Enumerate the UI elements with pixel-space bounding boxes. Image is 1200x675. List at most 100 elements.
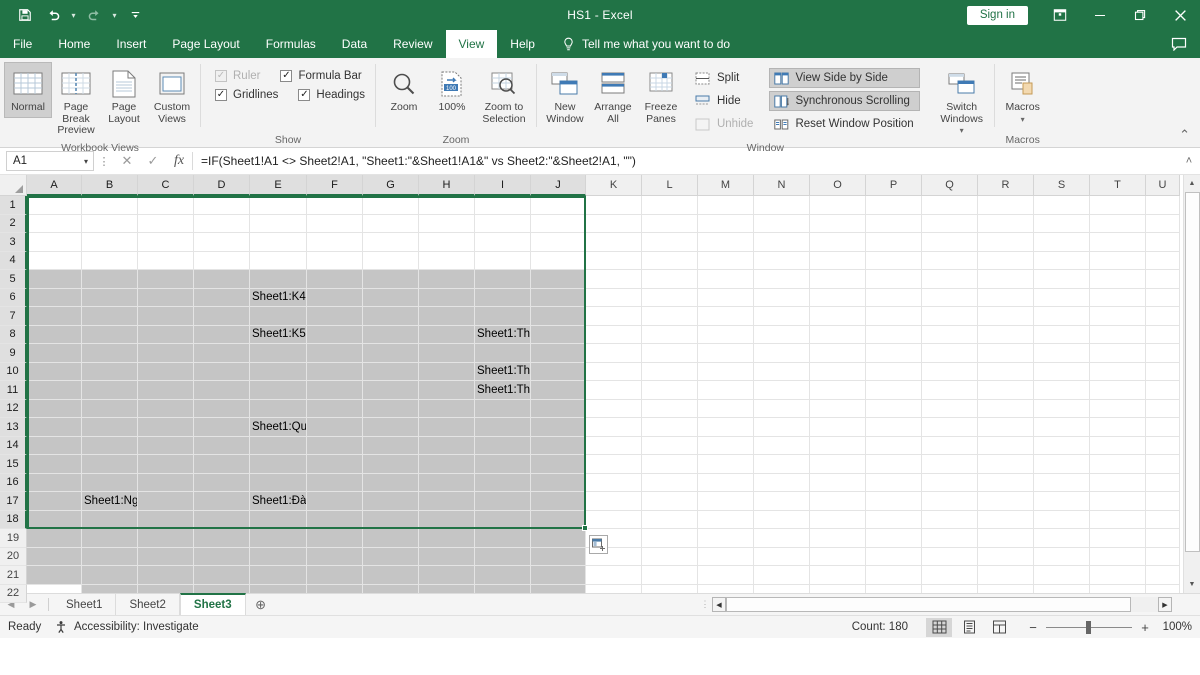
- cell-U16[interactable]: [1146, 307, 1180, 326]
- cell-F8[interactable]: [307, 455, 363, 474]
- cell-A12[interactable]: [27, 381, 82, 400]
- cell-H8[interactable]: [419, 455, 475, 474]
- cell-E6[interactable]: Sheet1:Đà: [250, 492, 307, 511]
- cell-E8[interactable]: [250, 455, 307, 474]
- column-header-u[interactable]: U: [1146, 175, 1180, 196]
- column-header-g[interactable]: G: [363, 175, 419, 196]
- row-header-5[interactable]: 5: [0, 270, 27, 289]
- cell-H9[interactable]: [419, 437, 475, 456]
- cell-G8[interactable]: [363, 455, 419, 474]
- cell-I17[interactable]: [475, 289, 531, 308]
- cell-D4[interactable]: [194, 529, 250, 548]
- cell-P3[interactable]: [866, 548, 922, 567]
- cell-F10[interactable]: [307, 418, 363, 437]
- cell-H4[interactable]: [419, 529, 475, 548]
- cell-C3[interactable]: [138, 548, 194, 567]
- cell-I20[interactable]: [475, 233, 531, 252]
- cell-F20[interactable]: [307, 233, 363, 252]
- sheet-tab-sheet2[interactable]: Sheet2: [116, 594, 179, 615]
- cell-T17[interactable]: [1090, 289, 1146, 308]
- cell-P8[interactable]: [866, 455, 922, 474]
- cell-R20[interactable]: [978, 233, 1034, 252]
- cell-R5[interactable]: [978, 511, 1034, 530]
- cell-C1[interactable]: [138, 585, 194, 594]
- zoom-to-selection-button[interactable]: Zoom to Selection: [476, 62, 532, 129]
- cell-S1[interactable]: [1034, 585, 1090, 594]
- horizontal-split-handle[interactable]: ⋮: [698, 594, 712, 615]
- cell-B17[interactable]: [82, 289, 138, 308]
- cell-R12[interactable]: [978, 381, 1034, 400]
- zoom-level-label[interactable]: 100%: [1158, 621, 1192, 633]
- cell-F16[interactable]: [307, 307, 363, 326]
- cell-U8[interactable]: [1146, 455, 1180, 474]
- switch-windows-button[interactable]: Switch Windows ▾: [934, 62, 990, 141]
- customize-quick-access-icon[interactable]: [122, 3, 148, 27]
- cell-T10[interactable]: [1090, 418, 1146, 437]
- cell-C15[interactable]: [138, 326, 194, 345]
- expand-formula-bar-icon[interactable]: ˄: [1178, 155, 1200, 167]
- cell-I18[interactable]: [475, 270, 531, 289]
- cell-F5[interactable]: [307, 511, 363, 530]
- row-header-21[interactable]: 21: [0, 566, 27, 585]
- column-header-c[interactable]: C: [138, 175, 194, 196]
- cell-S19[interactable]: [1034, 252, 1090, 271]
- cell-R13[interactable]: [978, 363, 1034, 382]
- cell-O13[interactable]: [810, 363, 866, 382]
- cell-J14[interactable]: [531, 344, 586, 363]
- cell-O10[interactable]: [810, 418, 866, 437]
- accessibility-status[interactable]: Accessibility: Investigate: [54, 620, 199, 634]
- cell-E21[interactable]: [250, 215, 307, 234]
- cell-M22[interactable]: [698, 196, 754, 215]
- cell-P4[interactable]: [866, 529, 922, 548]
- cell-O22[interactable]: [810, 196, 866, 215]
- cell-S8[interactable]: [1034, 455, 1090, 474]
- cell-Q13[interactable]: [922, 363, 978, 382]
- sheet-tab-sheet1[interactable]: Sheet1: [53, 594, 116, 615]
- cell-B13[interactable]: [82, 363, 138, 382]
- synchronous-scrolling-button[interactable]: Synchronous Scrolling: [769, 91, 919, 111]
- ribbon-collapse-icon[interactable]: ⌃: [1179, 127, 1190, 143]
- cell-K16[interactable]: [586, 307, 642, 326]
- cell-C11[interactable]: [138, 400, 194, 419]
- cell-L22[interactable]: [642, 196, 698, 215]
- cell-A19[interactable]: [27, 252, 82, 271]
- cell-R14[interactable]: [978, 344, 1034, 363]
- cell-E2[interactable]: [250, 566, 307, 585]
- cell-I8[interactable]: [475, 455, 531, 474]
- cell-K12[interactable]: [586, 381, 642, 400]
- column-header-a[interactable]: A: [27, 175, 82, 196]
- cell-O21[interactable]: [810, 215, 866, 234]
- cell-C13[interactable]: [138, 363, 194, 382]
- cell-S2[interactable]: [1034, 566, 1090, 585]
- cell-Q14[interactable]: [922, 344, 978, 363]
- cell-G13[interactable]: [363, 363, 419, 382]
- cell-D12[interactable]: [194, 381, 250, 400]
- cell-P9[interactable]: [866, 437, 922, 456]
- fill-handle[interactable]: [582, 525, 588, 531]
- cell-D21[interactable]: [194, 215, 250, 234]
- undo-icon[interactable]: [40, 3, 66, 27]
- horizontal-scrollbar[interactable]: ◀ ▶: [712, 594, 1172, 615]
- cell-K15[interactable]: [586, 326, 642, 345]
- cell-S13[interactable]: [1034, 363, 1090, 382]
- cell-O14[interactable]: [810, 344, 866, 363]
- column-header-s[interactable]: S: [1034, 175, 1090, 196]
- page-layout-button[interactable]: Page Layout: [100, 62, 148, 129]
- cell-L13[interactable]: [642, 363, 698, 382]
- cell-M21[interactable]: [698, 215, 754, 234]
- cell-N3[interactable]: [754, 548, 810, 567]
- cell-H7[interactable]: [419, 474, 475, 493]
- cell-E4[interactable]: [250, 529, 307, 548]
- cell-I11[interactable]: [475, 400, 531, 419]
- cell-A13[interactable]: [27, 363, 82, 382]
- cell-Q11[interactable]: [922, 400, 978, 419]
- cell-U18[interactable]: [1146, 270, 1180, 289]
- cell-B10[interactable]: [82, 418, 138, 437]
- cell-A21[interactable]: [27, 215, 82, 234]
- cell-I3[interactable]: [475, 548, 531, 567]
- cell-A6[interactable]: [27, 492, 82, 511]
- cell-L14[interactable]: [642, 344, 698, 363]
- cell-K21[interactable]: [586, 215, 642, 234]
- cell-P20[interactable]: [866, 233, 922, 252]
- cell-Q19[interactable]: [922, 252, 978, 271]
